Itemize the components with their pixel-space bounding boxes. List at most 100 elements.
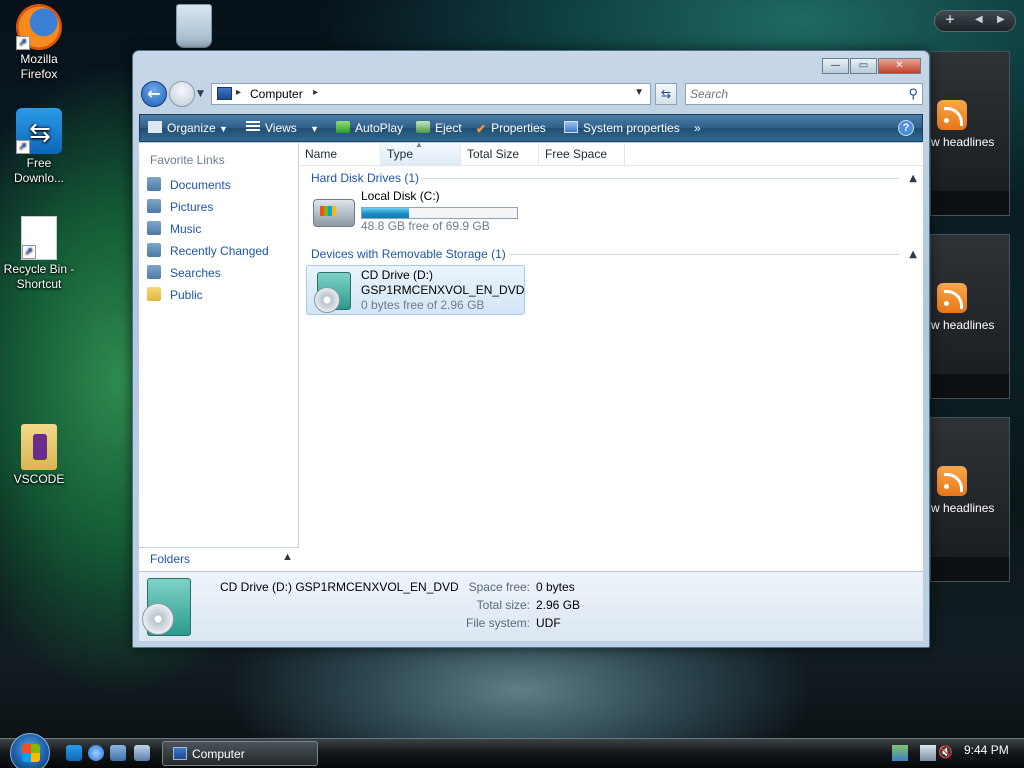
search-icon[interactable]: ⚲ (908, 86, 918, 102)
drive-name: CD Drive (D:) (361, 268, 433, 282)
breadcrumb-separator-icon[interactable]: ▸ (313, 87, 318, 98)
eject-button[interactable]: Eject (416, 121, 462, 135)
taskbar-button-computer[interactable]: Computer (162, 741, 318, 766)
nav-item-label: Searches (170, 266, 221, 280)
volume-muted-icon[interactable]: 🔇 (938, 745, 954, 761)
minimize-button[interactable]: — (822, 58, 849, 74)
refresh-icon: ⇆ (660, 87, 672, 101)
nav-item-searches[interactable]: Searches (147, 265, 221, 283)
chevron-up-icon: ▲ (282, 551, 293, 563)
next-gadget-button[interactable]: ▶ (997, 14, 1005, 25)
details-value-total-size: 2.96 GB (536, 598, 581, 612)
firefox-icon: ➚ (16, 4, 62, 50)
switch-windows-icon[interactable] (110, 745, 126, 761)
details-label-space-free: Space free: (468, 580, 530, 594)
autoplay-icon (336, 121, 350, 133)
network-tray-icon[interactable] (892, 745, 908, 761)
desktop-icon-free-download[interactable]: ⇆ ➚ Free Downlo... (0, 108, 78, 186)
rss-icon (937, 283, 967, 313)
shortcut-arrow-icon: ➚ (16, 140, 30, 154)
address-bar[interactable]: ▸ Computer ▸ ▼ (211, 83, 651, 105)
nav-item-public[interactable]: Public (147, 287, 203, 305)
organize-label: Organize (167, 121, 216, 135)
recent-pages-dropdown[interactable]: ▼ (197, 89, 204, 99)
chevron-down-icon: ▼ (310, 124, 320, 134)
nav-item-label: Music (170, 222, 202, 236)
system-properties-button[interactable]: System properties (564, 121, 680, 135)
column-header-type[interactable]: ▲ Type (381, 140, 461, 165)
gadget-headline-label: w headlines (931, 135, 995, 149)
system-properties-icon (564, 121, 578, 133)
add-gadget-button[interactable]: + (945, 12, 955, 26)
music-icon (147, 221, 161, 235)
computer-quicklaunch-icon[interactable] (134, 745, 150, 761)
chevron-down-icon: ▼ (219, 124, 228, 134)
arrow-left-icon: ← (147, 84, 161, 103)
feed-headlines-gadget[interactable]: w headlines (930, 417, 1010, 582)
taskbar-button-label: Computer (192, 747, 245, 761)
desktop-icon-label: VSCODE (13, 472, 65, 486)
maximize-button[interactable]: ▭ (850, 58, 877, 74)
desktop-icon-firefox[interactable]: ➚ Mozilla Firefox (0, 4, 78, 82)
refresh-button[interactable]: ⇆ (655, 83, 677, 105)
autoplay-label: AutoPlay (355, 121, 404, 135)
breadcrumb-separator-icon[interactable]: ▸ (236, 87, 241, 98)
display-tray-icon[interactable] (920, 745, 936, 761)
feed-headlines-gadget[interactable]: w headlines (930, 234, 1010, 399)
search-box[interactable]: ⚲ (685, 83, 923, 105)
nav-item-music[interactable]: Music (147, 221, 201, 239)
gadget-footer (931, 191, 1009, 215)
close-button[interactable]: ✕ (878, 58, 921, 74)
eject-icon (416, 121, 430, 133)
autoplay-button[interactable]: AutoPlay (336, 121, 403, 135)
collapse-group-icon[interactable]: ▲ (909, 173, 917, 184)
details-value-file-system: UDF (536, 616, 561, 630)
desktop-icon-recycle-bin-shortcut[interactable]: ➚ Recycle Bin - Shortcut (0, 216, 78, 292)
file-list: Name ▲ Type Total Size Free Space Hard Di… (299, 140, 923, 571)
internet-explorer-icon[interactable] (88, 745, 104, 761)
collapse-group-icon[interactable]: ▲ (909, 249, 917, 260)
drive-free-space: 0 bytes free of 2.96 GB (361, 298, 485, 312)
address-dropdown-icon[interactable]: ▼ (634, 87, 644, 98)
details-value-space-free: 0 bytes (536, 580, 575, 594)
window-controls: — ▭ ✕ (822, 58, 921, 74)
properties-button[interactable]: ✔ Properties (476, 121, 546, 136)
drive-local-disk-c[interactable]: Local Disk (C:) 48.8 GB free of 69.9 GB (307, 189, 527, 237)
column-header-total-size[interactable]: Total Size (461, 143, 539, 165)
nav-item-label: Recently Changed (170, 244, 269, 258)
more-commands-button[interactable]: » (694, 121, 701, 135)
previous-gadget-button[interactable]: ◀ (975, 14, 983, 25)
help-button[interactable]: ? (898, 120, 914, 136)
search-input[interactable] (686, 84, 896, 104)
folder-icon (147, 287, 161, 301)
organize-icon (148, 121, 162, 133)
drive-free-space: 48.8 GB free of 69.9 GB (361, 219, 490, 233)
views-button[interactable]: Views ▼ (246, 121, 319, 135)
sort-ascending-icon: ▲ (415, 140, 423, 149)
cd-drive-icon (142, 578, 191, 636)
clock[interactable]: 9:44 PM (964, 743, 1009, 757)
column-header-name[interactable]: Name (299, 143, 381, 165)
show-desktop-icon[interactable] (66, 745, 82, 761)
checkmark-icon: ✔ (476, 122, 487, 136)
breadcrumb-computer[interactable]: Computer (250, 87, 303, 101)
forward-button[interactable] (169, 81, 195, 107)
folders-toggle[interactable]: Folders ▲ (139, 547, 299, 571)
drive-cd-d[interactable]: CD Drive (D:) GSP1RMCENXVOL_EN_DVD 0 byt… (306, 265, 525, 315)
nav-item-documents[interactable]: Documents (147, 177, 231, 195)
nav-item-pictures[interactable]: Pictures (147, 199, 213, 217)
recycle-bin-icon[interactable] (176, 4, 212, 48)
column-header-free-space[interactable]: Free Space (539, 143, 625, 165)
organize-button[interactable]: Organize ▼ (148, 121, 228, 135)
feed-headlines-gadget[interactable]: w headlines (930, 51, 1010, 216)
desktop-icon-vscode[interactable]: VSCODE (0, 424, 78, 487)
start-button[interactable] (10, 733, 50, 768)
group-header-removable-storage[interactable]: Devices with Removable Storage (1) (311, 247, 506, 261)
rss-icon (937, 100, 967, 130)
column-header-label: Free Space (545, 147, 608, 161)
nav-item-recently-changed[interactable]: Recently Changed (147, 243, 269, 261)
views-label: Views (265, 121, 297, 135)
back-button[interactable]: ← (141, 81, 167, 107)
group-header-hard-disk-drives[interactable]: Hard Disk Drives (1) (311, 171, 419, 185)
favorite-links-title: Favorite Links (150, 153, 225, 167)
